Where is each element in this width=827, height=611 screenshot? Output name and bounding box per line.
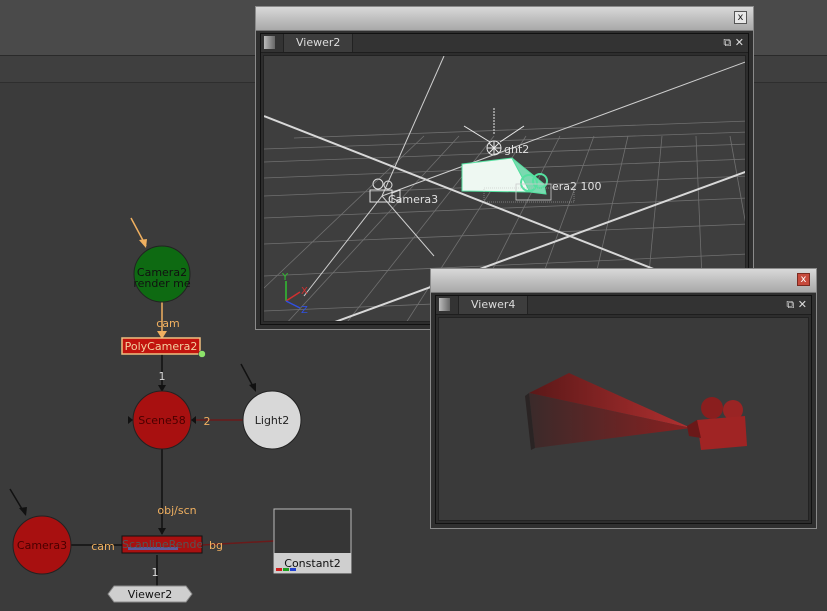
node-camera3-label: Camera3 [16,539,68,552]
camera3-input-arrowhead [19,507,27,516]
axis-label-z: Z [301,305,308,316]
viewer2-titlebar[interactable]: x [256,7,753,31]
viewer2-window-close-button[interactable]: x [734,11,747,24]
pipe-label-poly-to-scene: 1 [158,370,166,383]
pipe-label-bg: bg [209,539,223,552]
viewer4-titlebar[interactable]: x [431,269,816,293]
viewer4-panel: Viewer4 ⧉ ✕ [435,295,812,524]
camera2-label-line2: render me [133,277,191,290]
viewer4-tab-close-icon[interactable]: ✕ [798,298,807,311]
camera2-input-arrowhead [139,239,147,248]
viewer4-viewport[interactable] [438,317,809,521]
tab-viewer4[interactable]: Viewer4 [458,296,529,314]
scene-label-camera3: Camera3 [388,193,438,206]
viewer4-render[interactable] [439,318,809,521]
node-render-label: ScanlineRender [122,539,202,550]
axis-label-x: X [301,286,308,297]
pipe-label-render-to-viewer: 1 [151,566,159,579]
viewer4-float-icon[interactable]: ⧉ [786,298,794,311]
tab-viewer2[interactable]: Viewer2 [283,34,354,52]
viewer4-tab-controls: ⧉ ✕ [786,297,807,312]
scene-input2-marker [191,416,196,424]
node-light-label: Light2 [254,414,290,427]
viewer2-tab-controls: ⧉ ✕ [723,35,744,50]
viewer4-tabbar: Viewer4 ⧉ ✕ [436,296,811,315]
node-constant-label: Constant2 [284,557,341,570]
node-polycamera-label: PolyCamera2 [124,340,198,353]
viewer2-float-icon[interactable]: ⧉ [723,36,731,49]
pipe-label-cam-left: cam [91,540,115,553]
node-camera2-label: Camera2 render me [130,267,194,289]
viewer4-panel-grip-icon[interactable] [439,298,450,311]
light-input-arrowhead [249,383,256,392]
pipe-label-cam-top: cam [156,317,180,330]
viewer4-window-close-button[interactable]: x [797,273,810,286]
node-viewer-label: Viewer2 [127,588,173,601]
viewer2-tabbar: Viewer2 ⧉ ✕ [261,34,748,53]
viewer2-panel-grip-icon[interactable] [264,36,275,49]
pipe-scene-render-arrowhead [158,528,166,535]
scene-label-light: ght2 [504,143,529,156]
viewer4-floating-window[interactable]: x Viewer4 ⧉ ✕ [430,268,817,529]
node-scene-label: Scene58 [138,414,186,427]
pipe-label-objscn: obj/scn [157,504,197,517]
axis-label-y: Y [281,272,289,283]
pipe-label-scene-input2: 2 [203,415,211,428]
scene-label-camera2: era2 100 [552,180,602,193]
viewer2-tab-close-icon[interactable]: ✕ [735,36,744,49]
